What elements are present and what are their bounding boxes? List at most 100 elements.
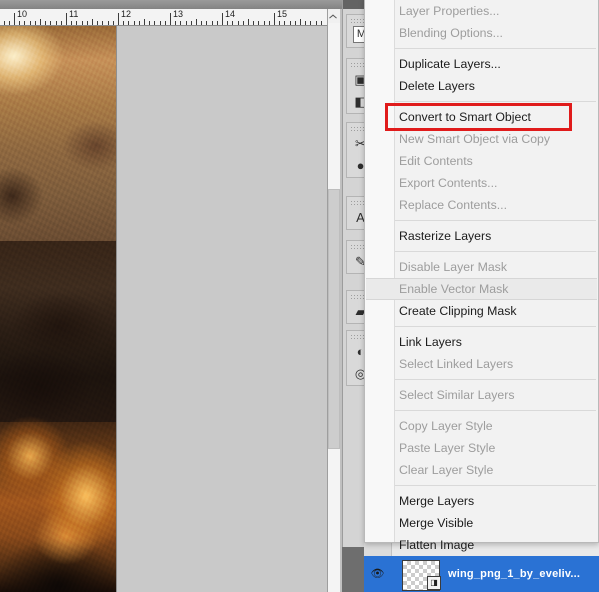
ruler-minor-tick — [19, 21, 20, 25]
menu-item-new-smart-object-via-copy: New Smart Object via Copy — [366, 128, 597, 150]
scrollbar-thumb[interactable] — [328, 189, 340, 449]
menu-separator — [395, 326, 596, 327]
ruler-minor-tick — [139, 21, 140, 25]
menu-item-delete-layers[interactable]: Delete Layers — [366, 75, 597, 97]
menu-item-create-clipping-mask[interactable]: Create Clipping Mask — [366, 300, 597, 322]
ruler-minor-tick — [24, 21, 25, 25]
menu-separator — [395, 410, 596, 411]
ruler-major-tick — [274, 13, 275, 25]
ruler-minor-tick — [160, 21, 161, 25]
menu-item-replace-contents: Replace Contents... — [366, 194, 597, 216]
ruler-minor-tick — [154, 21, 155, 25]
ruler-minor-tick — [264, 21, 265, 25]
ruler-minor-tick — [300, 19, 301, 25]
ruler-minor-tick — [82, 21, 83, 25]
canvas-area[interactable] — [0, 26, 330, 592]
ruler-minor-tick — [253, 21, 254, 25]
ruler-minor-tick — [180, 21, 181, 25]
menu-item-select-similar-layers: Select Similar Layers — [366, 384, 597, 406]
ruler-major-tick — [66, 13, 67, 25]
menu-item-convert-to-smart-object[interactable]: Convert to Smart Object — [366, 106, 597, 128]
menu-item-merge-layers[interactable]: Merge Layers — [366, 490, 597, 512]
menu-item-paste-layer-style: Paste Layer Style — [366, 437, 597, 459]
ruler-minor-tick — [227, 21, 228, 25]
canvas-background-pasteboard — [116, 26, 330, 592]
canvas-image[interactable] — [0, 26, 116, 592]
ruler-minor-tick — [92, 19, 93, 25]
ruler-minor-tick — [232, 21, 233, 25]
menu-item-layer-properties: Layer Properties... — [366, 0, 597, 22]
layer-name-label: wing_png_1_by_eveliv... — [448, 568, 580, 581]
ruler-minor-tick — [279, 21, 280, 25]
scrollbar-track-upper[interactable] — [328, 23, 340, 189]
ruler-label: 12 — [121, 9, 131, 19]
menu-item-duplicate-layers[interactable]: Duplicate Layers... — [366, 53, 597, 75]
menu-item-link-layers[interactable]: Link Layers — [366, 331, 597, 353]
eye-icon[interactable]: 👁 — [370, 568, 385, 580]
ruler-minor-tick — [35, 21, 36, 25]
ruler-minor-tick — [206, 21, 207, 25]
menu-separator — [395, 485, 596, 486]
ruler-minor-tick — [201, 21, 202, 25]
ruler-minor-tick — [243, 21, 244, 25]
ruler-minor-tick — [321, 21, 322, 25]
ruler-minor-tick — [4, 21, 5, 25]
ruler-minor-tick — [217, 21, 218, 25]
table-row[interactable]: 👁 ◨ wing_png_1_by_eveliv... — [364, 556, 599, 592]
ruler-minor-tick — [165, 21, 166, 25]
ruler-label: 13 — [173, 9, 183, 19]
menu-item-clear-layer-style: Clear Layer Style — [366, 459, 597, 481]
cloud-texture-overlay — [0, 26, 116, 592]
menu-item-flatten-image[interactable]: Flatten Image — [366, 534, 597, 556]
ruler-major-tick — [118, 13, 119, 25]
ruler-minor-tick — [30, 21, 31, 25]
ruler-major-tick — [14, 13, 15, 25]
ruler-minor-tick — [40, 19, 41, 25]
document-title-strip — [0, 0, 342, 9]
ruler-minor-tick — [61, 21, 62, 25]
ruler-major-tick — [170, 13, 171, 25]
ruler-minor-tick — [97, 21, 98, 25]
ruler-minor-tick — [238, 21, 239, 25]
ruler-minor-tick — [191, 21, 192, 25]
menu-item-select-linked-layers: Select Linked Layers — [366, 353, 597, 375]
ruler-label: 10 — [17, 9, 27, 19]
scroll-up-button[interactable] — [328, 9, 340, 24]
ruler-minor-tick — [134, 21, 135, 25]
ruler-minor-tick — [71, 21, 72, 25]
menu-item-disable-layer-mask: Disable Layer Mask — [366, 256, 597, 278]
ruler-minor-tick — [258, 21, 259, 25]
ruler-major-tick — [222, 13, 223, 25]
scrollbar-track-lower[interactable] — [328, 449, 340, 592]
ruler-minor-tick — [149, 21, 150, 25]
menu-item-blending-options: Blending Options... — [366, 22, 597, 44]
ruler-minor-tick — [284, 21, 285, 25]
ruler-minor-tick — [305, 21, 306, 25]
menu-item-copy-layer-style: Copy Layer Style — [366, 415, 597, 437]
menu-item-rasterize-layers[interactable]: Rasterize Layers — [366, 225, 597, 247]
photoshop-window: 101112131415 M▣◧✂●A✎▰◐◎ — [0, 0, 599, 592]
ruler-minor-tick — [196, 19, 197, 25]
canvas-edge-line — [116, 26, 117, 592]
ruler-minor-tick — [186, 21, 187, 25]
ruler-minor-tick — [45, 21, 46, 25]
menu-separator — [395, 251, 596, 252]
ruler-label: 15 — [277, 9, 287, 19]
ruler-minor-tick — [175, 21, 176, 25]
chevron-up-icon — [330, 14, 337, 18]
menu-item-enable-vector-mask: Enable Vector Mask — [366, 278, 597, 300]
ruler-minor-tick — [56, 21, 57, 25]
ruler-minor-tick — [212, 21, 213, 25]
canvas-vertical-scrollbar[interactable] — [327, 9, 340, 592]
ruler-minor-tick — [310, 21, 311, 25]
ruler-minor-tick — [113, 21, 114, 25]
menu-item-merge-visible[interactable]: Merge Visible — [366, 512, 597, 534]
menu-separator — [395, 379, 596, 380]
layers-context-menu[interactable]: Layer Properties...Blending Options... Du… — [364, 0, 599, 543]
ruler-minor-tick — [87, 21, 88, 25]
ruler-minor-tick — [76, 21, 77, 25]
ruler-label: 11 — [69, 9, 78, 19]
horizontal-ruler[interactable]: 101112131415 — [0, 9, 330, 26]
ruler-minor-tick — [128, 21, 129, 25]
menu-item-export-contents: Export Contents... — [366, 172, 597, 194]
